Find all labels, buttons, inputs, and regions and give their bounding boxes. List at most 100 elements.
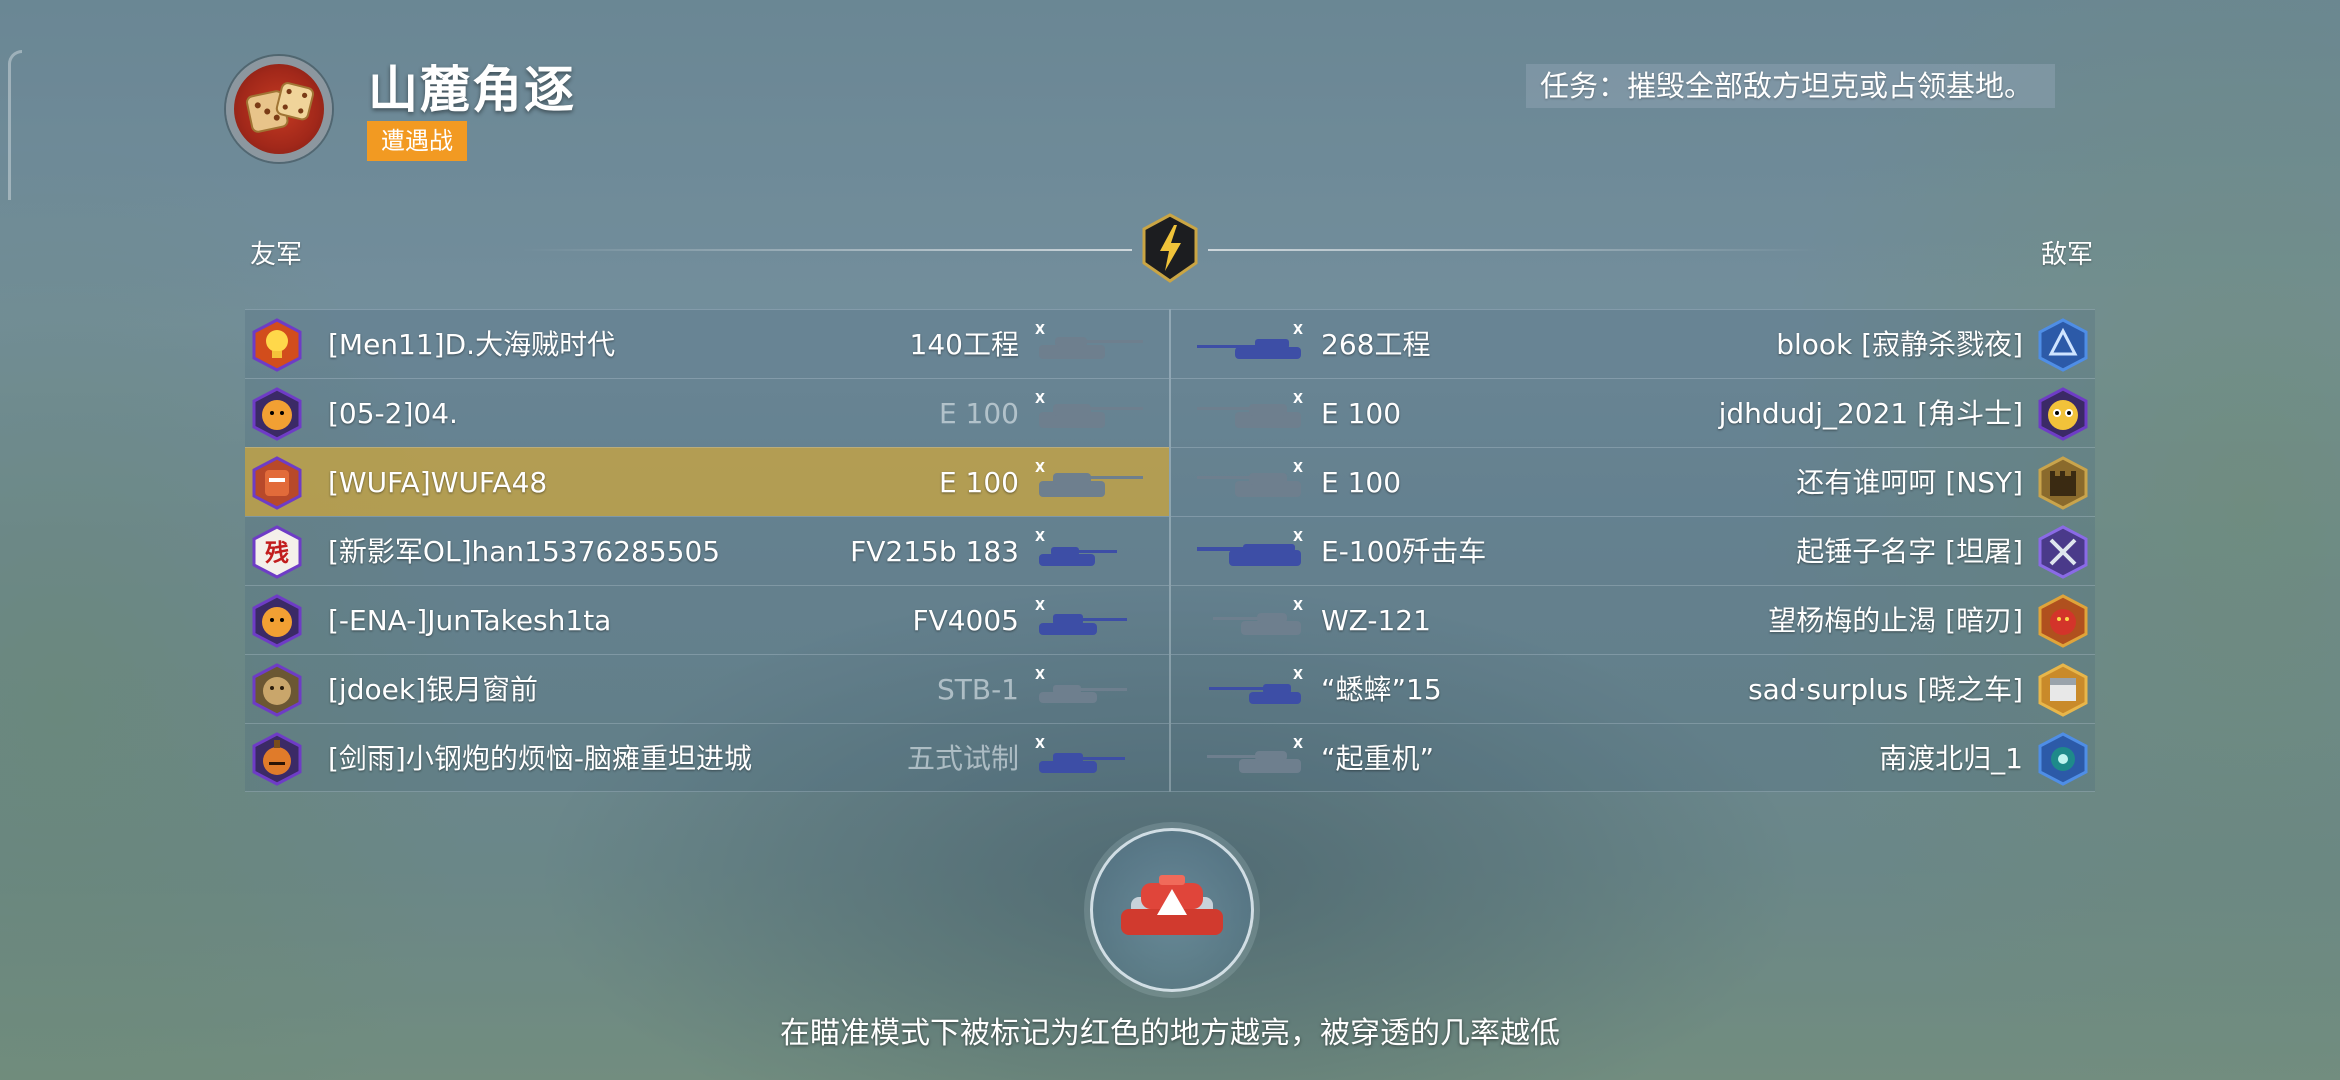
svg-text:X: X [1293, 737, 1303, 752]
mission-text: 任务：摧毁全部敌方坦克或占领基地。 [1526, 64, 2056, 108]
ally-row[interactable]: [05-2]04. E 100 X [245, 378, 1169, 447]
player-name: 南渡北归_1 [1879, 742, 2023, 775]
ally-row[interactable]: [-ENA-]JunTakesh1ta FV4005 X [245, 585, 1169, 654]
vehicle-name: E 100 [1321, 397, 1402, 430]
enemies-list: X 268工程 blook [寂静杀戮夜] X E 100 jdhdudj_20… [1171, 309, 2095, 792]
tank-silhouette-icon: X [1193, 323, 1309, 367]
svg-text:X: X [1035, 530, 1045, 545]
angry-fist-icon [250, 387, 304, 441]
svg-text:X: X [1293, 599, 1303, 614]
svg-text:X: X [1293, 530, 1303, 545]
tank-silhouette-icon: X [1031, 530, 1147, 574]
player-name: [jdoek]银月窗前 [328, 673, 538, 706]
battle-roster: [Men11]D.大海贼时代 140工程 X [05-2]04. E 100 X… [245, 309, 2095, 792]
svg-text:X: X [1035, 668, 1045, 683]
ally-row[interactable]: [Men11]D.大海贼时代 140工程 X [245, 309, 1169, 378]
tank-silhouette-icon: X [1193, 668, 1309, 712]
player-name: [新影军OL]han15376285505 [328, 535, 721, 568]
ally-row[interactable]: [剑雨]小钢炮的烦恼-脑瘫重坦进城 五式试制 X [245, 723, 1169, 792]
vehicle-name: 140工程 [909, 328, 1019, 361]
lightbulb-icon [250, 318, 304, 372]
tank-silhouette-icon: X [1193, 599, 1309, 643]
crossed-swords-icon [2036, 525, 2090, 579]
svg-text:X: X [1035, 599, 1045, 614]
player-name: 望杨梅的止渴 [暗刃] [1768, 604, 2023, 637]
vehicle-name: E 100 [938, 397, 1019, 430]
allies-label: 友军 [250, 240, 303, 270]
player-name: [WUFA]WUFA48 [328, 466, 548, 499]
player-name: [Men11]D.大海贼时代 [328, 328, 616, 361]
vehicle-name: 五式试制 [906, 742, 1019, 775]
tank-silhouette-icon: X [1193, 737, 1309, 781]
tank-silhouette-icon: X [1031, 599, 1147, 643]
tank-silhouette-icon: X [1193, 530, 1309, 574]
enemy-row[interactable]: X E 100 jdhdudj_2021 [角斗士] [1171, 378, 2095, 447]
chest-icon [2036, 663, 2090, 717]
vehicle-name: E 100 [1321, 466, 1402, 499]
svg-text:X: X [1293, 668, 1303, 683]
enemy-row[interactable]: X WZ-121 望杨梅的止渴 [暗刃] [1171, 585, 2095, 654]
bomb-face-icon [250, 732, 304, 786]
tank-silhouette-icon: X [1031, 461, 1147, 505]
dragon-icon [2036, 594, 2090, 648]
ally-row-self[interactable]: [WUFA]WUFA48 E 100 X [245, 447, 1169, 516]
mode-badge: 遭遇战 [367, 121, 467, 161]
player-name: [-ENA-]JunTakesh1ta [328, 604, 612, 637]
vehicle-name: STB-1 [936, 673, 1019, 706]
player-name: 还有谁呵呵 [NSY] [1796, 466, 2023, 499]
divider-right [1208, 249, 1820, 251]
tank-silhouette-icon: X [1031, 392, 1147, 436]
samurai-mask-icon [250, 456, 304, 510]
svg-text:X: X [1293, 461, 1303, 476]
enemy-row[interactable]: X 268工程 blook [寂静杀戮夜] [1171, 309, 2095, 378]
fortress-icon [2036, 456, 2090, 510]
vehicle-name: “蟋蟀”15 [1321, 673, 1442, 706]
loading-tip: 在瞄准模式下被标记为红色的地方越亮，被穿透的几率越低 [780, 1016, 1560, 1051]
vehicle-name: E 100 [938, 466, 1019, 499]
player-name: blook [寂静杀戮夜] [1776, 328, 2023, 361]
calligraphy-char-icon: 残 [250, 525, 304, 579]
tank-silhouette-icon: X [1031, 668, 1147, 712]
svg-text:X: X [1293, 392, 1303, 407]
vehicle-name: “起重机” [1321, 742, 1435, 775]
player-name: 起锤子名字 [坦屠] [1796, 535, 2023, 568]
player-name: sad·surplus [晓之车] [1748, 673, 2023, 706]
enemy-row[interactable]: X “起重机” 南渡北归_1 [1171, 723, 2095, 792]
enemy-row[interactable]: X E 100 还有谁呵呵 [NSY] [1171, 447, 2095, 516]
ally-row[interactable]: [jdoek]银月窗前 STB-1 X [245, 654, 1169, 723]
tank-armor-icon [1090, 828, 1254, 992]
tank-silhouette-icon: X [1031, 737, 1147, 781]
owl-face-icon [2036, 387, 2090, 441]
allies-list: [Men11]D.大海贼时代 140工程 X [05-2]04. E 100 X… [245, 309, 1169, 792]
edge-bracket [8, 50, 22, 200]
ally-row[interactable]: 残 [新影军OL]han15376285505 FV215b 183 X [245, 516, 1169, 585]
svg-text:X: X [1035, 323, 1045, 338]
beast-head-icon [250, 663, 304, 717]
svg-text:X: X [1035, 737, 1045, 752]
divider-left [520, 249, 1132, 251]
svg-text:X: X [1035, 392, 1045, 407]
vehicle-name: FV215b 183 [850, 535, 1019, 568]
svg-text:残: 残 [265, 539, 289, 567]
tank-silhouette-icon: X [1193, 392, 1309, 436]
enemies-label: 敌军 [2040, 240, 2093, 270]
lightning-shield-icon [1140, 213, 1200, 283]
tri-emblem-icon [2036, 318, 2090, 372]
map-title: 山麓角逐 [368, 61, 576, 119]
dice-map-icon [226, 56, 332, 162]
vehicle-name: E-100歼击车 [1321, 535, 1487, 568]
player-name: [05-2]04. [328, 397, 458, 430]
player-name: jdhdudj_2021 [角斗士] [1718, 397, 2023, 430]
enemy-row[interactable]: X “蟋蟀”15 sad·surplus [晓之车] [1171, 654, 2095, 723]
player-name: [剑雨]小钢炮的烦恼-脑瘫重坦进城 [328, 742, 752, 775]
vehicle-name: FV4005 [912, 604, 1019, 637]
vehicle-name: 268工程 [1321, 328, 1431, 361]
tank-silhouette-icon: X [1193, 461, 1309, 505]
angry-fist-icon [250, 594, 304, 648]
svg-text:X: X [1035, 461, 1045, 476]
enemy-row[interactable]: X E-100歼击车 起锤子名字 [坦屠] [1171, 516, 2095, 585]
tank-silhouette-icon: X [1031, 323, 1147, 367]
svg-text:X: X [1293, 323, 1303, 338]
hex-eye-icon [2036, 732, 2090, 786]
vehicle-name: WZ-121 [1321, 604, 1431, 637]
